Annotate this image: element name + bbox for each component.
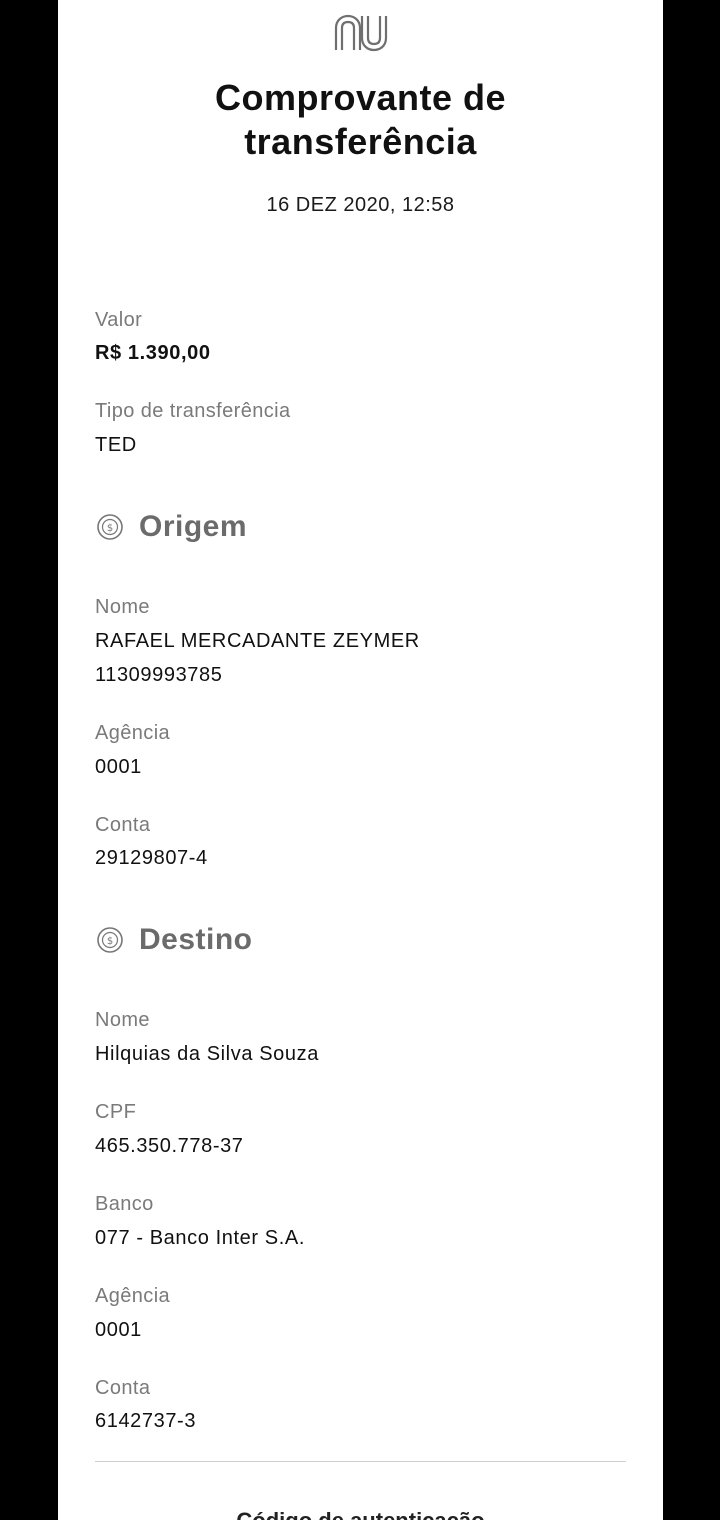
origem-agencia-label: Agência	[95, 722, 171, 744]
svg-text:$: $	[107, 523, 113, 534]
tipo-label: Tipo de transferência	[95, 400, 291, 422]
page-title: Comprovante de transferência	[214, 77, 507, 162]
dollar-coin-icon: $	[97, 514, 123, 540]
origem-title: Origem	[139, 510, 248, 543]
origem-nome-label: Nome	[95, 596, 150, 618]
destino-section-header: $ Destino	[95, 923, 253, 957]
destino-conta-value: 6142737-3	[95, 1410, 197, 1432]
divider	[95, 1461, 626, 1462]
transfer-datetime: 16 DEZ 2020, 12:58	[266, 194, 455, 216]
destino-nome-value: Hilquias da Silva Souza	[95, 1043, 319, 1065]
tipo-value: TED	[95, 434, 137, 456]
origem-section-header: $ Origem	[95, 510, 247, 544]
origem-nome-id: 11309993785	[95, 664, 223, 686]
destino-banco-label: Banco	[95, 1193, 154, 1215]
destino-cpf-value: 465.350.778-37	[95, 1135, 244, 1157]
destino-agencia-label: Agência	[95, 1285, 171, 1307]
destino-nome-label: Nome	[95, 1009, 150, 1031]
destino-title: Destino	[139, 923, 253, 956]
origem-nome-value: RAFAEL MERCADANTE ZEYMER	[95, 630, 420, 652]
dollar-coin-icon: $	[97, 927, 123, 953]
receipt-sheet: Comprovante de transferência 16 DEZ 2020…	[58, 0, 663, 1520]
valor-label: Valor	[95, 309, 143, 331]
destino-banco-value: 077 - Banco Inter S.A.	[95, 1227, 305, 1249]
destino-cpf-label: CPF	[95, 1101, 137, 1123]
destino-conta-label: Conta	[95, 1377, 151, 1399]
authentication-code-heading: Código de autenticação	[58, 1508, 663, 1520]
origem-conta-value: 29129807-4	[95, 847, 208, 869]
svg-text:$: $	[107, 936, 113, 947]
origem-conta-label: Conta	[95, 814, 151, 836]
destino-agencia-value: 0001	[95, 1319, 142, 1341]
nu-logo	[334, 14, 388, 52]
valor-value: R$ 1.390,00	[95, 342, 211, 364]
origem-agencia-value: 0001	[95, 756, 142, 778]
